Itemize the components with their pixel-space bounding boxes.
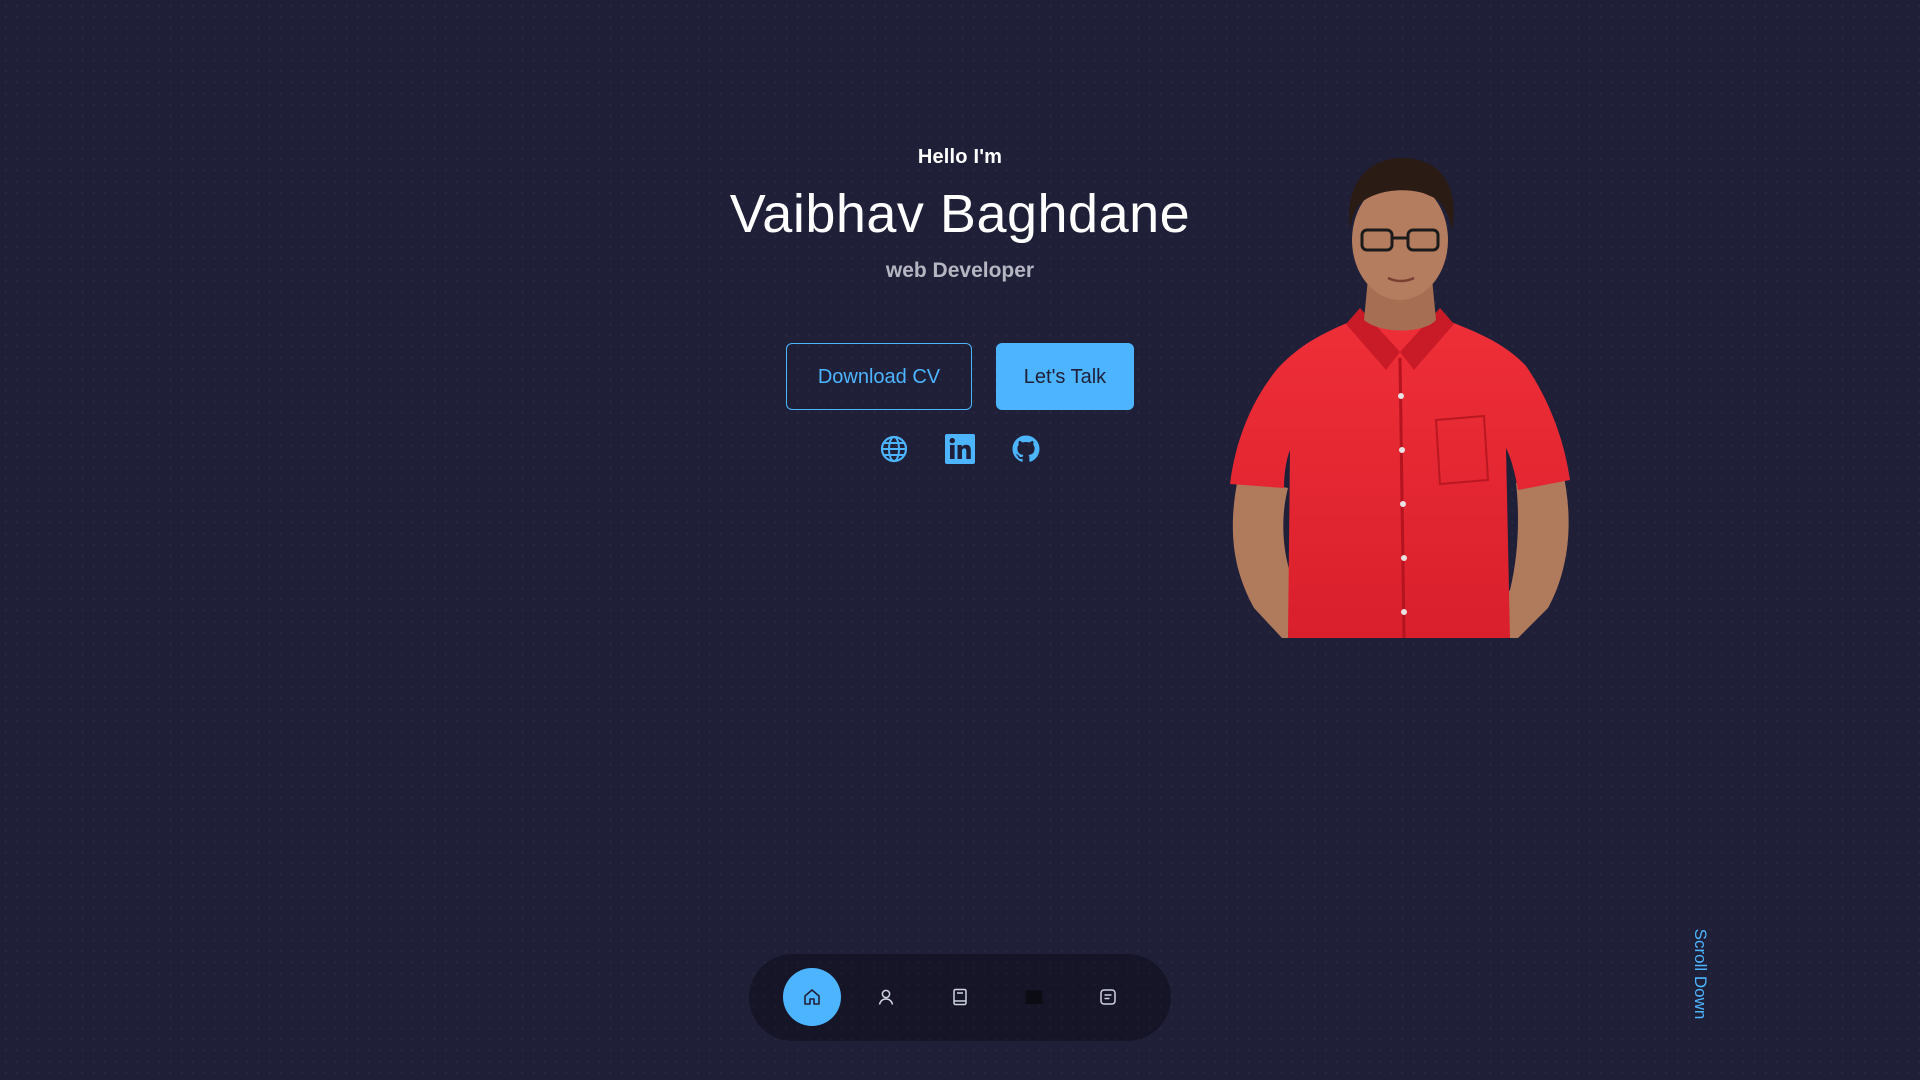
lets-talk-button[interactable]: Let's Talk bbox=[996, 343, 1134, 410]
nav-home[interactable] bbox=[783, 968, 841, 1026]
cta-buttons: Download CV Let's Talk bbox=[786, 343, 1134, 410]
scroll-down-link[interactable]: Scroll Down bbox=[1688, 914, 1712, 1034]
developer-role: web Developer bbox=[885, 259, 1035, 282]
greeting-text: Hello I'm bbox=[917, 146, 1003, 168]
social-links bbox=[878, 433, 1042, 465]
profile-photo bbox=[1218, 138, 1582, 638]
bottom-nav bbox=[749, 954, 1171, 1041]
laptop-icon bbox=[1025, 990, 1043, 1004]
book-icon bbox=[953, 988, 967, 1006]
developer-name: Vaibhav Baghdane bbox=[729, 184, 1191, 244]
message-icon bbox=[1100, 989, 1116, 1005]
nav-experience[interactable] bbox=[931, 968, 989, 1026]
download-cv-button[interactable]: Download CV bbox=[786, 343, 972, 410]
linkedin-icon[interactable] bbox=[944, 433, 976, 465]
hero-section: Hello I'm Vaibhav Baghdane web Developer… bbox=[0, 0, 1920, 1080]
intro-block: Hello I'm Vaibhav Baghdane web Developer bbox=[660, 140, 1260, 288]
home-icon bbox=[804, 989, 820, 1005]
nav-portfolio[interactable] bbox=[1005, 968, 1063, 1026]
globe-icon[interactable] bbox=[878, 433, 910, 465]
github-icon[interactable] bbox=[1010, 433, 1042, 465]
nav-contact[interactable] bbox=[1079, 968, 1137, 1026]
user-icon bbox=[878, 989, 894, 1005]
nav-about[interactable] bbox=[857, 968, 915, 1026]
